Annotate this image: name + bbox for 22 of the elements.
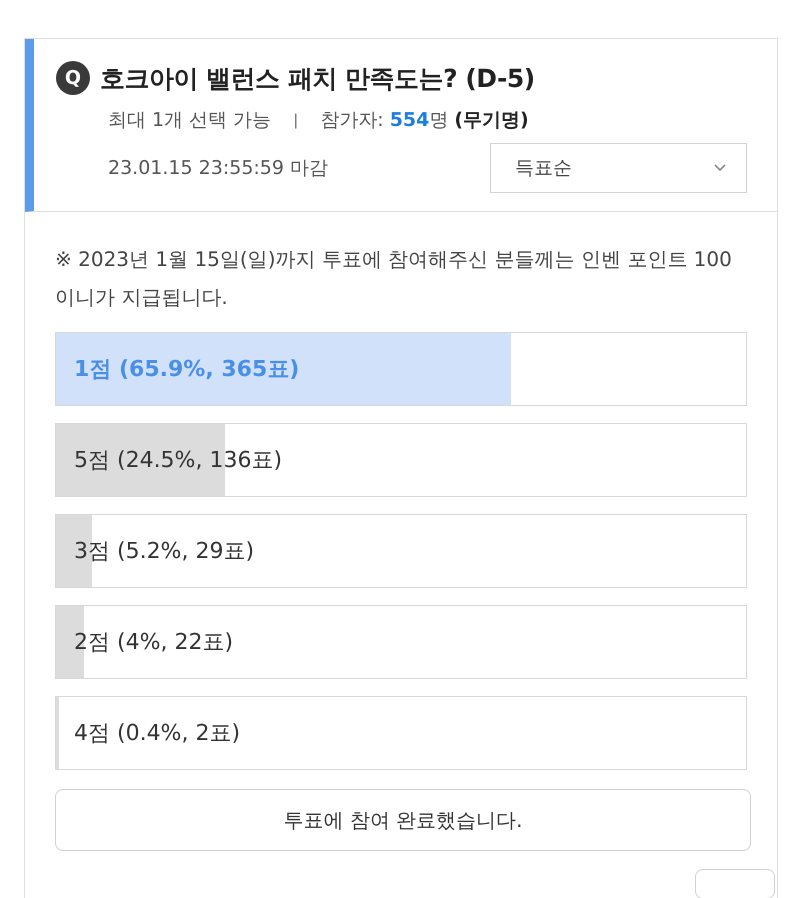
- more-button[interactable]: [695, 869, 775, 898]
- poll-option[interactable]: 4점 (0.4%, 2표): [55, 696, 747, 770]
- option-label: 1점 (65.9%, 365표): [73, 356, 300, 384]
- option-label: 3점 (5.2%, 29표): [73, 538, 254, 566]
- deadline: 23.01.15 23:55:59 마감: [108, 156, 328, 181]
- poll-option[interactable]: 5점 (24.5%, 136표): [55, 423, 747, 497]
- participants-label: 참가자:: [320, 108, 384, 133]
- notice-text: ※ 2023년 1월 15일(일)까지 투표에 참여해주신 분들께는 인벤 포인트 100이니가 지급됩니다.: [55, 246, 733, 311]
- option-label: 5점 (24.5%, 136표): [73, 447, 282, 475]
- selection-limit: 최대 1개 선택 가능: [108, 108, 272, 133]
- option-label: 2점 (4%, 22표): [73, 629, 234, 657]
- poll-option[interactable]: 2점 (4%, 22표): [55, 605, 747, 679]
- chevron-down-icon: [714, 164, 726, 172]
- submit-button[interactable]: 투표에 참여 완료했습니다.: [55, 789, 751, 851]
- participants-count: 554명: [390, 108, 448, 133]
- sort-dropdown[interactable]: 득표순: [490, 143, 747, 193]
- anonymous-label: (무기명): [454, 108, 529, 133]
- separator: |: [293, 111, 298, 129]
- option-label: 4점 (0.4%, 2표): [73, 720, 240, 748]
- poll-title: 호크아이 밸런스 패치 만족도는? (D-5): [100, 62, 535, 94]
- question-badge: Q: [56, 61, 90, 95]
- poll-option[interactable]: 3점 (5.2%, 29표): [55, 514, 747, 588]
